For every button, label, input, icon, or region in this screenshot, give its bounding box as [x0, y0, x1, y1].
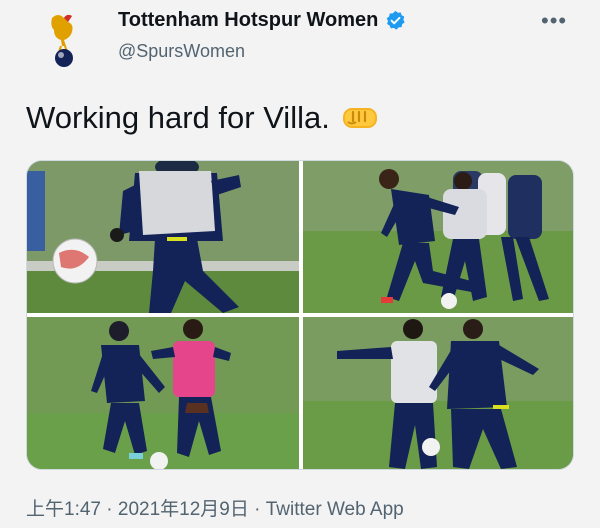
media-grid	[26, 160, 574, 470]
tweet-source[interactable]: Twitter Web App	[266, 499, 404, 520]
account-avatar[interactable]	[40, 10, 88, 68]
display-name[interactable]: Tottenham Hotspur Women	[118, 9, 406, 32]
account-handle[interactable]: @SpursWomen	[118, 41, 245, 62]
meta-separator: ·	[248, 499, 266, 520]
tweet-body: Working hard for Villa.	[26, 100, 330, 135]
training-photo-3[interactable]	[27, 317, 299, 469]
tweet-metadata: 上午1:47 · 2021年12月9日 · Twitter Web App	[26, 494, 404, 521]
verified-badge-icon	[387, 10, 405, 30]
training-photo-1[interactable]	[27, 161, 299, 313]
training-photo-4[interactable]	[303, 317, 573, 469]
tweet-date[interactable]: 2021年12月9日	[118, 499, 249, 520]
meta-separator: ·	[100, 499, 118, 520]
tweet-text: Working hard for Villa.	[26, 100, 380, 136]
fist-emoji-icon	[342, 108, 377, 128]
tweet-time[interactable]: 上午1:47	[26, 499, 101, 520]
training-photo-2[interactable]	[303, 161, 573, 313]
cockerel-crest-icon	[51, 14, 73, 67]
more-options-icon[interactable]: •••	[541, 8, 567, 34]
display-name-text[interactable]: Tottenham Hotspur Women	[118, 9, 378, 32]
